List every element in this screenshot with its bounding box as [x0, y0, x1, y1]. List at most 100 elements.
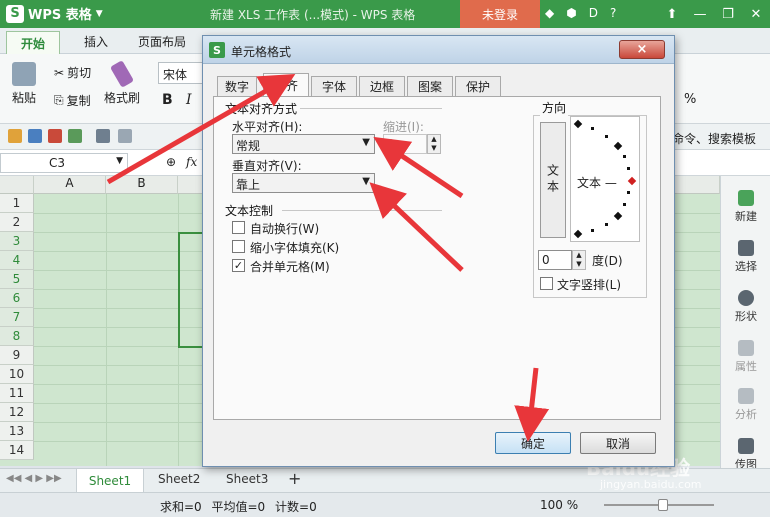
chevron-down-icon: ▼ — [362, 137, 370, 148]
tab-number[interactable]: 数字 — [217, 76, 257, 96]
row-header[interactable]: 12 — [0, 403, 34, 422]
vertical-text-checkbox[interactable] — [540, 277, 553, 290]
row-header[interactable]: 8 — [0, 327, 34, 346]
help-icon[interactable]: ? — [610, 6, 616, 20]
dialog-close-button[interactable]: × — [619, 40, 665, 59]
tab-insert[interactable]: 插入 — [84, 33, 108, 50]
wrap-text-checkbox[interactable] — [232, 221, 245, 234]
panel-shape[interactable]: 形状 — [721, 290, 770, 324]
column-header-b[interactable]: B — [106, 176, 178, 194]
open-icon[interactable] — [8, 129, 22, 143]
dial-mark — [573, 119, 583, 129]
panel-upload-image[interactable]: 传图 — [721, 438, 770, 472]
panel-analysis[interactable]: 分析 — [721, 388, 770, 422]
sheet-nav-icon[interactable]: ◀◀ ◀ ▶ ▶▶ — [6, 473, 62, 484]
format-painter-label: 格式刷 — [104, 91, 141, 105]
save-icon[interactable] — [28, 129, 42, 143]
indent-spinner[interactable]: ▲ ▼ — [427, 134, 441, 154]
wps-logo-icon: S — [209, 42, 225, 58]
row-header[interactable]: 4 — [0, 251, 34, 270]
shrink-to-fit-label: 缩小字体填充(K) — [250, 241, 340, 255]
vertical-text-button[interactable]: 文本 — [540, 122, 566, 238]
copy-icon: ⎘ — [54, 93, 64, 107]
copy-button[interactable]: ⎘ 复制 — [54, 92, 91, 109]
ok-button[interactable]: 确定 — [495, 432, 571, 454]
degrees-spinner[interactable]: ▲ ▼ — [572, 250, 586, 270]
panel-select-label: 选择 — [735, 260, 757, 273]
italic-button[interactable]: I — [186, 92, 192, 108]
row-header[interactable]: 10 — [0, 365, 34, 384]
vertical-align-select[interactable]: 靠上 ▼ — [232, 173, 375, 193]
undo-icon[interactable] — [96, 129, 110, 143]
tab-pattern[interactable]: 图案 — [407, 76, 453, 96]
row-header[interactable]: 14 — [0, 441, 34, 460]
minimize-button[interactable]: — — [686, 0, 714, 28]
close-window-button[interactable]: ✕ — [742, 0, 770, 28]
panel-select[interactable]: 选择 — [721, 240, 770, 274]
paste-button[interactable]: 粘贴 — [12, 62, 36, 106]
shrink-to-fit-checkbox[interactable] — [232, 240, 245, 253]
sheet-tab-2[interactable]: Sheet2 — [158, 472, 200, 486]
add-sheet-button[interactable]: + — [288, 469, 301, 488]
row-header[interactable]: 9 — [0, 346, 34, 365]
sheet-tab-3[interactable]: Sheet3 — [226, 472, 268, 486]
print-icon[interactable] — [48, 129, 62, 143]
merge-cells-checkbox[interactable]: ✓ — [232, 259, 245, 272]
zoom-slider-knob[interactable] — [658, 499, 668, 511]
bold-button[interactable]: B — [162, 92, 173, 108]
dial-mark — [605, 223, 608, 226]
zoom-search-icon[interactable]: ⊕ — [166, 155, 176, 169]
cut-button[interactable]: ✂ 剪切 — [54, 64, 91, 81]
tab-home[interactable]: 开始 — [6, 31, 60, 54]
tab-page-layout[interactable]: 页面布局 — [138, 33, 186, 50]
sheet-tab-1[interactable]: Sheet1 — [76, 469, 144, 493]
horizontal-align-label: 水平对齐(H): — [232, 120, 303, 134]
dial-mark — [591, 127, 594, 130]
maximize-button[interactable]: ❐ — [714, 0, 742, 28]
format-painter-button[interactable]: 格式刷 — [104, 60, 141, 106]
skin-icon[interactable]: ◆ — [545, 6, 554, 20]
feedback-icon[interactable]: D — [589, 6, 598, 20]
function-icon[interactable]: fx — [186, 155, 197, 169]
command-search[interactable]: 命令、搜索模板 — [672, 130, 756, 147]
row-header[interactable]: 6 — [0, 289, 34, 308]
login-button[interactable]: 未登录 — [460, 0, 540, 28]
row-header[interactable]: 1 — [0, 194, 34, 213]
tab-alignment[interactable]: 对齐 — [263, 73, 309, 97]
select-all-corner[interactable] — [0, 176, 34, 194]
panel-shape-label: 形状 — [735, 310, 757, 323]
row-header[interactable]: 11 — [0, 384, 34, 403]
dialog-title-bar[interactable]: S 单元格格式 × — [203, 36, 674, 64]
row-header[interactable]: 3 — [0, 232, 34, 251]
indent-input[interactable]: 0 — [383, 134, 427, 154]
new-icon — [738, 190, 754, 206]
column-header-a[interactable]: A — [34, 176, 106, 194]
panel-new[interactable]: 新建 — [721, 190, 770, 224]
chevron-down-icon: ▼ — [95, 8, 103, 19]
preview-icon[interactable] — [68, 129, 82, 143]
cancel-button[interactable]: 取消 — [580, 432, 656, 454]
cube-icon[interactable]: ⬢ — [566, 6, 576, 20]
tab-font[interactable]: 字体 — [311, 76, 357, 96]
orientation-dial[interactable]: 文本 — — [570, 116, 640, 242]
row-header[interactable]: 5 — [0, 270, 34, 289]
divider — [300, 108, 442, 109]
tab-border[interactable]: 边框 — [359, 76, 405, 96]
tab-protection[interactable]: 保护 — [455, 76, 501, 96]
dial-mark — [605, 135, 608, 138]
font-name-select[interactable]: 宋体 — [158, 62, 208, 84]
shape-icon — [738, 290, 754, 306]
row-header[interactable]: 13 — [0, 422, 34, 441]
percent-button[interactable]: % — [684, 92, 696, 107]
horizontal-align-value: 常规 — [236, 139, 261, 153]
restore-view-icon[interactable]: ⬆ — [658, 0, 686, 28]
redo-icon[interactable] — [118, 129, 132, 143]
wps-menu-button[interactable]: S WPS 表格 ▼ — [6, 4, 103, 23]
degrees-input[interactable]: 0 — [538, 250, 572, 270]
name-box[interactable]: C3 ▼ — [0, 153, 128, 173]
row-header[interactable]: 7 — [0, 308, 34, 327]
panel-properties[interactable]: 属性 — [721, 340, 770, 374]
row-header[interactable]: 2 — [0, 213, 34, 232]
horizontal-align-select[interactable]: 常规 ▼ — [232, 134, 375, 154]
dial-mark — [623, 155, 626, 158]
